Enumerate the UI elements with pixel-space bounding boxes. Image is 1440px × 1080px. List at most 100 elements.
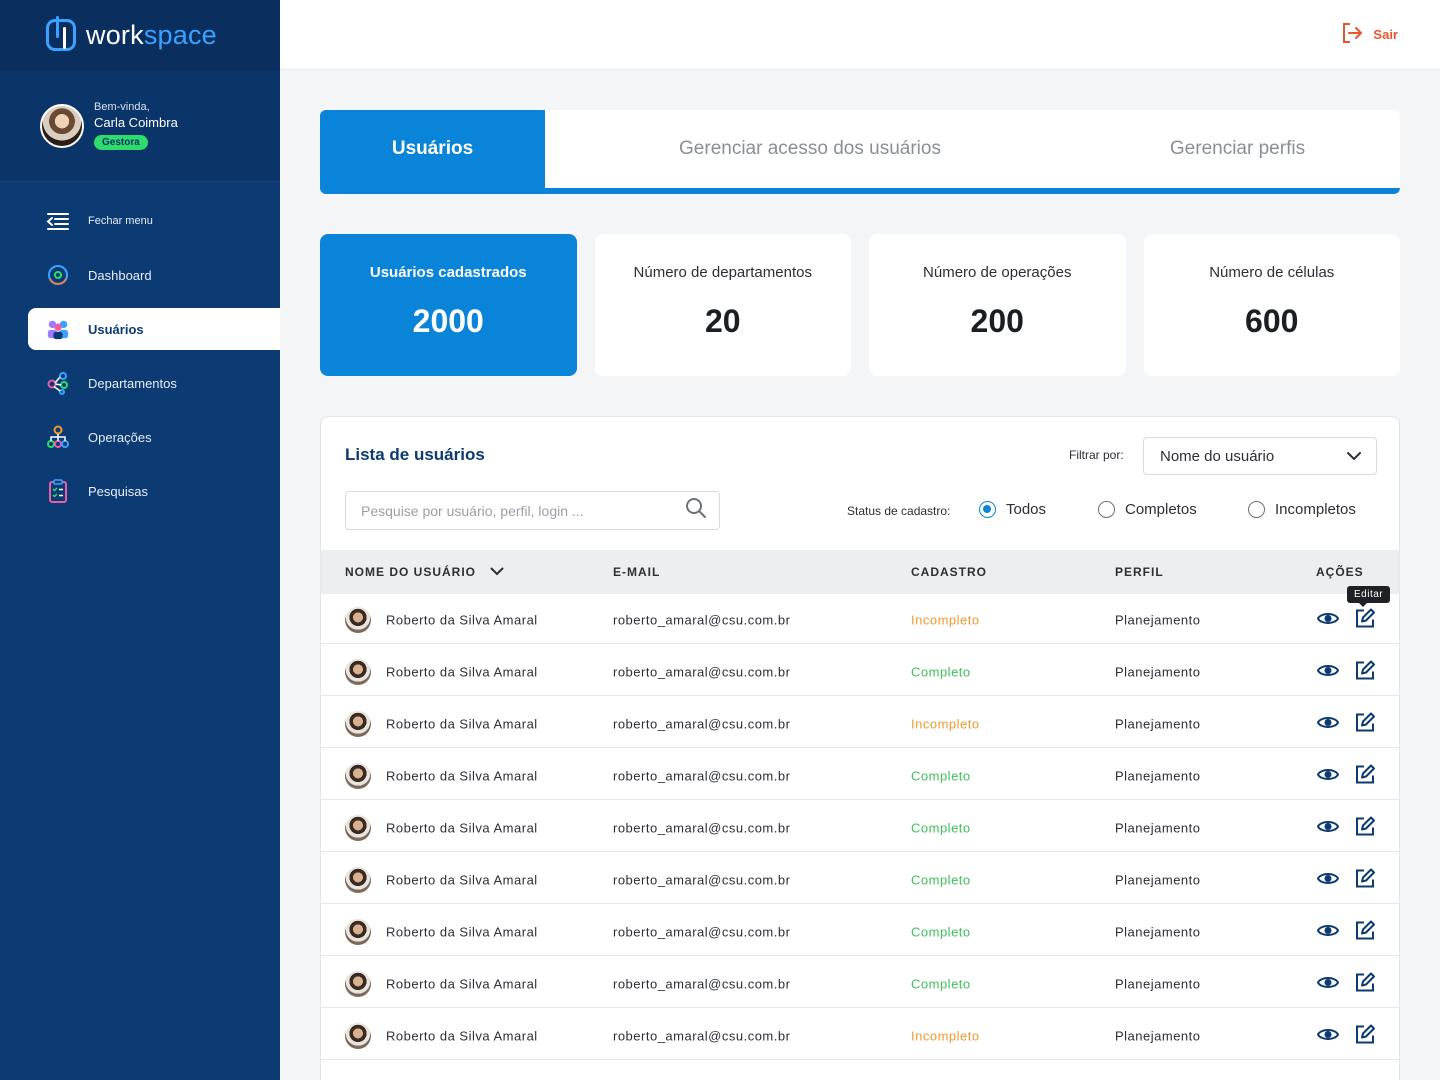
column-header-email: E-MAIL (613, 565, 661, 579)
status-cell: Completo (911, 976, 971, 992)
user-name-cell: Roberto da Silva Amaral (386, 924, 538, 940)
app-logo[interactable]: workspace (0, 0, 280, 70)
column-header-acoes: AÇÕES (1316, 565, 1364, 579)
avatar (345, 659, 371, 685)
sidebar-item-label: Operações (88, 429, 152, 445)
sidebar-menu: Fechar menu Dashboard Usuários Departame… (0, 200, 280, 512)
status-cell: Incompleto (911, 1028, 980, 1044)
user-name-cell: Roberto da Silva Amaral (386, 820, 538, 836)
radio-incompletos[interactable]: Incompletos (1248, 501, 1356, 518)
sidebar-item-pesquisas[interactable]: Pesquisas (0, 470, 280, 512)
tab-usuarios[interactable]: Usuários (320, 110, 545, 188)
sidebar-item-label: Pesquisas (88, 483, 148, 499)
sidebar-item-label: Fechar menu (88, 215, 153, 227)
stat-label: Número de departamentos (633, 264, 812, 281)
profile-cell: Planejamento (1115, 768, 1201, 784)
status-cell: Incompleto (911, 716, 980, 732)
edit-icon[interactable] (1354, 868, 1376, 893)
table-row: Roberto da Silva Amaral roberto_amaral@c… (321, 701, 1399, 748)
search-box (345, 491, 720, 530)
profile-cell: Planejamento (1115, 716, 1201, 732)
view-eye-icon[interactable] (1316, 871, 1340, 890)
email-cell: roberto_amaral@csu.com.br (613, 612, 791, 628)
tab-gerenciar-perfis[interactable]: Gerenciar perfis (1075, 110, 1400, 188)
table-row: Roberto da Silva Amaral roberto_amaral@c… (321, 597, 1399, 644)
radio-indicator (979, 501, 996, 518)
table-row: Roberto da Silva Amaral roberto_amaral@c… (321, 909, 1399, 956)
profile-cell: Planejamento (1115, 976, 1201, 992)
tab-gerenciar-acesso[interactable]: Gerenciar acesso dos usuários (545, 110, 1075, 188)
sidebar-item-departamentos[interactable]: Departamentos (0, 362, 280, 404)
stat-label: Usuários cadastrados (369, 264, 527, 281)
stat-value: 20 (704, 303, 741, 339)
logout-button[interactable]: Sair (1341, 22, 1398, 47)
sidebar-item-operacoes[interactable]: Operações (0, 416, 280, 458)
edit-icon[interactable] (1354, 608, 1376, 633)
sidebar-item-usuarios[interactable]: Usuários (28, 308, 280, 350)
search-input[interactable] (361, 502, 685, 519)
radio-label: Todos (1006, 501, 1047, 518)
edit-icon[interactable] (1354, 972, 1376, 997)
view-eye-icon[interactable] (1316, 923, 1340, 942)
column-header-name[interactable]: NOME DO USUÁRIO (345, 565, 504, 579)
edit-tooltip: Editar (1347, 586, 1391, 607)
radio-label: Incompletos (1275, 501, 1356, 518)
view-eye-icon[interactable] (1316, 1027, 1340, 1046)
table-header: NOME DO USUÁRIO E-MAIL CADASTRO PERFIL A… (321, 550, 1399, 594)
search-icon[interactable] (685, 497, 707, 524)
sidebar-item-dashboard[interactable]: Dashboard (0, 254, 280, 296)
logo-text: workspace (86, 19, 217, 50)
view-eye-icon[interactable] (1316, 715, 1340, 734)
table-body: Roberto da Silva Amaral roberto_amaral@c… (321, 597, 1399, 1065)
edit-icon[interactable] (1354, 712, 1376, 737)
avatar (345, 971, 371, 997)
profile-cell: Planejamento (1115, 1028, 1201, 1044)
email-cell: roberto_amaral@csu.com.br (613, 924, 791, 940)
topbar: Sair (280, 0, 1440, 70)
status-cell: Completo (911, 924, 971, 940)
user-name-cell: Roberto da Silva Amaral (386, 872, 538, 888)
edit-icon[interactable] (1354, 764, 1376, 789)
sidebar-item-label: Departamentos (88, 375, 177, 391)
view-eye-icon[interactable] (1316, 611, 1340, 630)
view-eye-icon[interactable] (1316, 663, 1340, 682)
column-header-cadastro: CADASTRO (911, 565, 987, 579)
table-row: Roberto da Silva Amaral roberto_amaral@c… (321, 649, 1399, 696)
status-cell: Completo (911, 820, 971, 836)
clipboard-checklist-icon (46, 479, 70, 503)
filter-label: Filtrar por: (1069, 448, 1124, 462)
logout-label: Sair (1373, 27, 1398, 42)
table-row: Roberto da Silva Amaral roberto_amaral@c… (321, 857, 1399, 904)
dashboard-gauge-icon (46, 263, 70, 287)
chevron-down-icon (1346, 448, 1362, 465)
profile-cell: Planejamento (1115, 872, 1201, 888)
user-name-cell: Roberto da Silva Amaral (386, 612, 538, 628)
radio-todos[interactable]: Todos (979, 501, 1046, 518)
edit-icon[interactable] (1354, 920, 1376, 945)
filter-value: Nome do usuário (1160, 447, 1275, 465)
view-eye-icon[interactable] (1316, 975, 1340, 994)
status-cell: Completo (911, 664, 971, 680)
logout-icon (1341, 22, 1363, 47)
radio-label: Completos (1125, 501, 1197, 518)
user-name-cell: Roberto da Silva Amaral (386, 976, 538, 992)
chevron-down-icon (490, 565, 504, 579)
avatar (345, 815, 371, 841)
user-name-cell: Roberto da Silva Amaral (386, 768, 538, 784)
email-cell: roberto_amaral@csu.com.br (613, 872, 791, 888)
sidebar-item-fechar-menu[interactable]: Fechar menu (0, 200, 280, 242)
workspace-logo-icon (46, 16, 76, 51)
status-cell: Completo (911, 872, 971, 888)
edit-icon[interactable] (1354, 1024, 1376, 1049)
view-eye-icon[interactable] (1316, 819, 1340, 838)
radio-completos[interactable]: Completos (1098, 501, 1197, 518)
stat-value: 600 (1245, 303, 1299, 339)
avatar (345, 919, 371, 945)
filter-select[interactable]: Nome do usuário (1143, 437, 1377, 475)
view-eye-icon[interactable] (1316, 767, 1340, 786)
panel-title: Lista de usuários (345, 445, 485, 464)
edit-icon[interactable] (1354, 660, 1376, 685)
email-cell: roberto_amaral@csu.com.br (613, 820, 791, 836)
edit-icon[interactable] (1354, 816, 1376, 841)
table-row: Roberto da Silva Amaral roberto_amaral@c… (321, 753, 1399, 800)
